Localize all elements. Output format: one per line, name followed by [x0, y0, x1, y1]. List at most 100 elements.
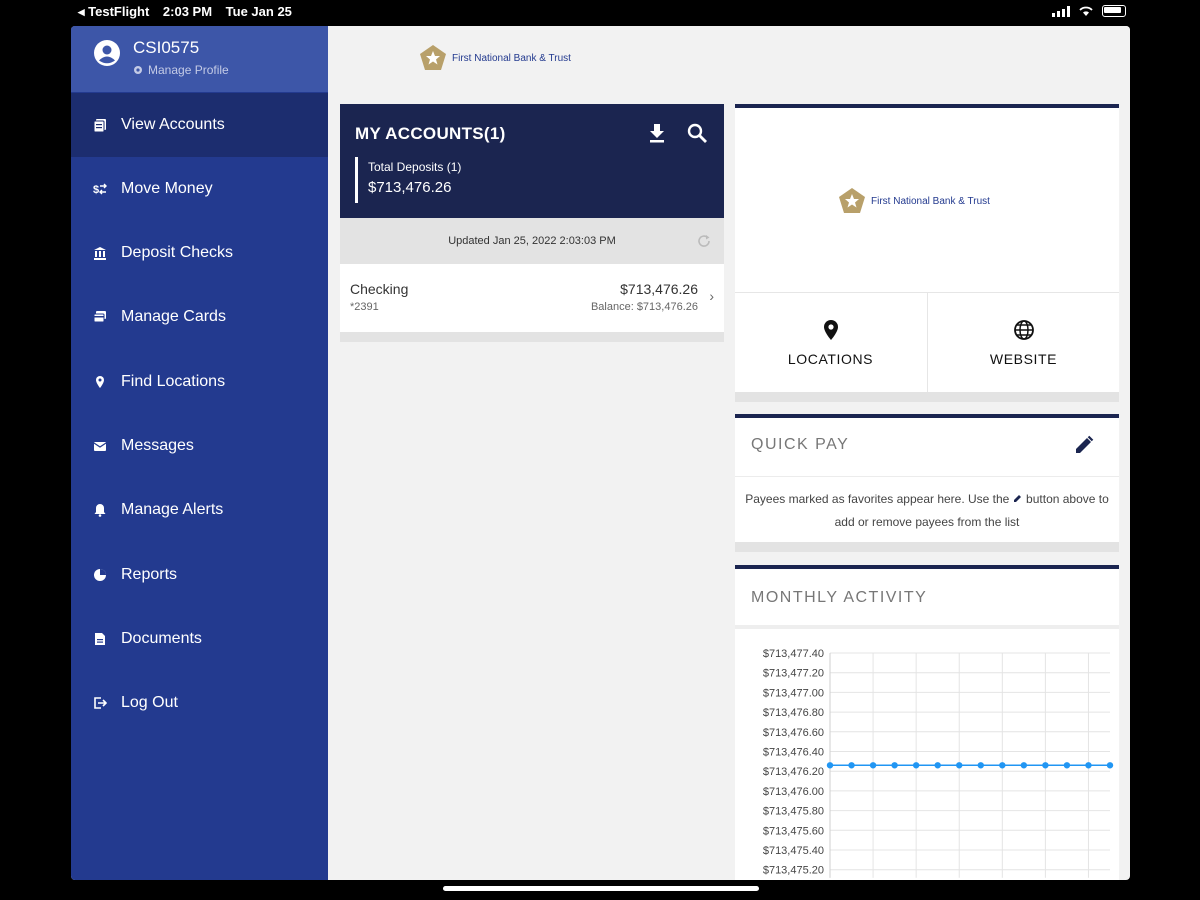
- search-icon[interactable]: [686, 122, 708, 144]
- divider: [735, 476, 1119, 477]
- y-tick-label: $713,476.20: [763, 766, 824, 778]
- gear-icon: [134, 66, 142, 74]
- bank-logo-large: First National Bank & Trust: [837, 186, 990, 216]
- location-pin-icon: [823, 320, 838, 340]
- globe-icon: [1013, 320, 1034, 340]
- back-to-testflight[interactable]: ◂ TestFlight: [78, 4, 149, 19]
- sidebar-item-label: Find Locations: [121, 373, 226, 390]
- data-point: [891, 762, 898, 769]
- home-indicator: [443, 886, 759, 891]
- edit-pencil-icon[interactable]: [1073, 434, 1095, 456]
- sidebar-item-label: Documents: [121, 630, 202, 647]
- sidebar-item-messages[interactable]: Messages: [71, 414, 328, 478]
- locations-button[interactable]: LOCATIONS: [735, 293, 926, 393]
- data-point: [1085, 762, 1092, 769]
- sidebar-item-label: Reports: [121, 566, 178, 583]
- bank-name: First National Bank & Trust: [871, 195, 990, 207]
- sidebar-item-deposit-checks[interactable]: Deposit Checks: [71, 221, 328, 285]
- location-pin-icon: [93, 375, 107, 389]
- data-point: [869, 762, 877, 769]
- divider: [735, 542, 1119, 552]
- data-point: [1042, 762, 1049, 769]
- my-accounts-title: MY ACCOUNTS(1): [355, 124, 506, 143]
- sidebar-item-documents[interactable]: Documents: [71, 607, 328, 671]
- sidebar-item-find-locations[interactable]: Find Locations: [71, 350, 328, 414]
- y-tick-label: $713,476.60: [763, 727, 824, 739]
- sidebar-item-label: Messages: [121, 437, 194, 454]
- download-icon[interactable]: [646, 122, 668, 144]
- total-deposits: Total Deposits (1) $713,476.26: [355, 157, 461, 203]
- account-row-checking[interactable]: Checking *2391 $713,476.26 Balance: $713…: [340, 264, 724, 332]
- website-button[interactable]: WEBSITE: [928, 293, 1119, 393]
- app-screen: CSI0575 Manage Profile View Accounts $ M…: [71, 26, 1130, 880]
- monthly-activity-title: MONTHLY ACTIVITY: [751, 589, 928, 606]
- bell-icon: [93, 503, 107, 517]
- bank-logo-card: First National Bank & Trust: [735, 104, 1119, 296]
- sidebar-item-manage-cards[interactable]: Manage Cards: [71, 285, 328, 349]
- updated-timestamp: Updated Jan 25, 2022 2:03:03 PM: [448, 235, 616, 247]
- y-tick-label: $713,477.20: [763, 668, 824, 680]
- card-icon: [93, 310, 107, 324]
- quick-pay-title: QUICK PAY: [751, 436, 850, 453]
- quick-links: LOCATIONS WEBSITE: [735, 292, 1119, 393]
- bank-name: First National Bank & Trust: [452, 52, 571, 64]
- sidebar-item-label: Log Out: [121, 694, 178, 711]
- y-tick-label: $713,476.80: [763, 707, 824, 719]
- pie-chart-icon: [93, 568, 107, 582]
- username: CSI0575: [133, 38, 200, 57]
- sidebar-item-reports[interactable]: Reports: [71, 543, 328, 607]
- accounts-footer: [340, 332, 724, 342]
- total-deposits-label: Total Deposits (1): [368, 160, 462, 174]
- status-time: 2:03 PM: [162, 4, 213, 19]
- data-point: [912, 762, 920, 769]
- total-deposits-amount: $713,476.26: [368, 179, 452, 196]
- status-date: Tue Jan 25: [225, 4, 292, 19]
- main-content: First National Bank & Trust MY ACCOUNTS(…: [328, 26, 1130, 880]
- sidebar-item-label: Deposit Checks: [121, 244, 234, 261]
- manage-profile-label: Manage Profile: [148, 63, 229, 77]
- sidebar-item-manage-alerts[interactable]: Manage Alerts: [71, 478, 328, 542]
- refresh-icon[interactable]: [696, 233, 712, 249]
- sidebar-item-move-money[interactable]: $ Move Money: [71, 157, 328, 221]
- manage-profile-link[interactable]: Manage Profile: [133, 63, 229, 77]
- sidebar-item-label: View Accounts: [121, 116, 225, 133]
- sidebar-item-log-out[interactable]: Log Out: [71, 671, 328, 735]
- pencil-icon: [1013, 495, 1021, 502]
- account-name: Checking: [350, 281, 409, 297]
- my-accounts-header: MY ACCOUNTS(1) Total Deposits (1) $713,4…: [340, 104, 724, 218]
- y-tick-label: $713,475.80: [763, 806, 824, 818]
- monthly-activity-chart: $713,477.40 $713,477.20 $713,477.00 $713,47…: [763, 648, 1114, 878]
- quick-pay-card: QUICK PAY Payees marked as favorites app…: [735, 414, 1119, 546]
- chevron-right-icon: ›: [709, 288, 714, 304]
- profile-header[interactable]: CSI0575 Manage Profile: [71, 26, 328, 92]
- locations-label: LOCATIONS: [787, 351, 874, 367]
- y-tick-label: $713,475.40: [763, 845, 824, 857]
- monthly-activity-card: MONTHLY ACTIVITY $713,477.40 $713,477.20 $…: [735, 565, 1119, 880]
- data-point: [826, 762, 834, 769]
- status-bar: ◂ TestFlight 2:03 PM Tue Jan 25: [0, 0, 1200, 24]
- bank-logo: First National Bank & Trust: [418, 43, 571, 73]
- wifi-icon: [1079, 6, 1093, 16]
- sidebar-item-view-accounts[interactable]: View Accounts: [71, 93, 328, 157]
- data-point: [977, 762, 984, 769]
- money-transfer-icon: $: [93, 182, 107, 196]
- data-point: [1106, 762, 1114, 769]
- data-point: [1063, 762, 1071, 769]
- updated-timestamp-bar: Updated Jan 25, 2022 2:03:03 PM: [340, 218, 724, 264]
- data-point: [999, 762, 1006, 769]
- logout-icon: [93, 696, 107, 710]
- website-label: WEBSITE: [989, 351, 1058, 367]
- y-tick-label: $713,477.40: [763, 648, 824, 660]
- bank-icon: [93, 246, 107, 260]
- envelope-icon: [93, 439, 107, 453]
- y-tick-label: $713,477.00: [763, 687, 824, 699]
- sidebar-item-label: Manage Cards: [121, 308, 226, 325]
- user-avatar-icon: [94, 40, 120, 66]
- battery-icon: [1102, 5, 1126, 17]
- y-tick-label: $713,476.40: [763, 747, 824, 759]
- document-icon: [93, 632, 107, 646]
- cellular-signal-icon: [1052, 5, 1070, 17]
- y-tick-label: $713,475.20: [763, 865, 824, 877]
- quick-pay-message-part1: Payees marked as favorites appear here. …: [745, 492, 1010, 506]
- data-point: [848, 762, 855, 769]
